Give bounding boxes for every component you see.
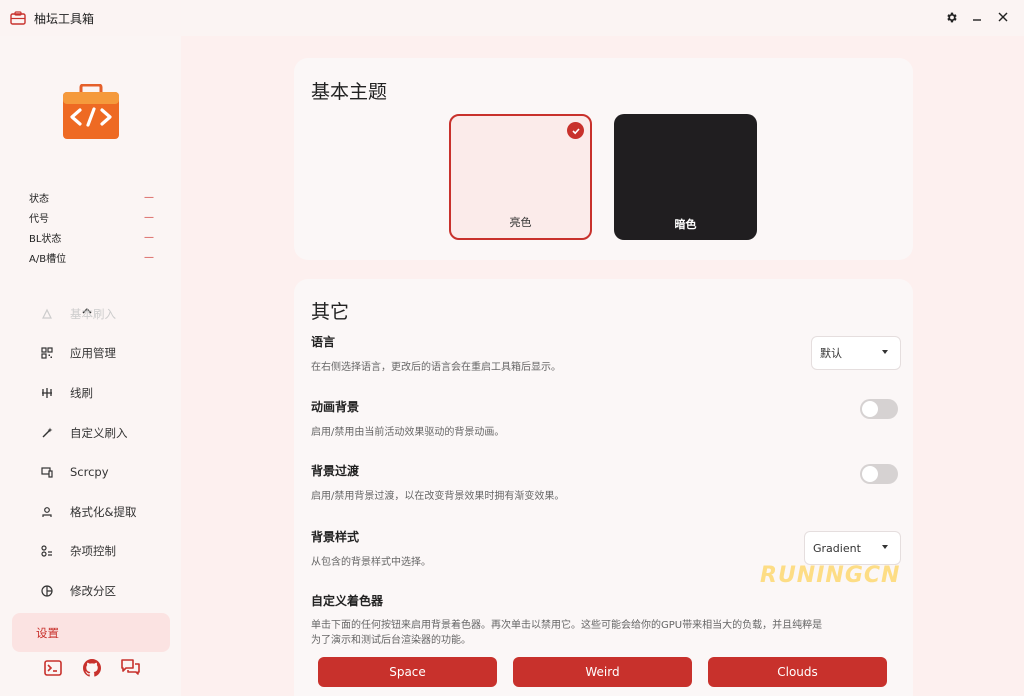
- apps-icon: [40, 346, 54, 360]
- theme-light-option[interactable]: 亮色: [449, 114, 592, 240]
- animated-bg-title: 动画背景: [311, 400, 360, 414]
- main-content: 基本主题 亮色 暗色 其它 语言 在右侧选择语言，更改后的语言会在重启工具箱后显…: [181, 36, 1024, 696]
- check-icon: [567, 122, 584, 139]
- language-select[interactable]: 默认: [811, 336, 901, 370]
- terminal-icon[interactable]: [43, 658, 62, 677]
- device-info-row: 状态 —: [29, 191, 154, 205]
- chat-icon[interactable]: [121, 658, 140, 677]
- custom-shader-desc: 单击下面的任何按钮来启用背景着色器。再次单击以禁用它。这些可能会给你的GPU带来…: [311, 620, 823, 646]
- wand-icon: [40, 426, 54, 440]
- bg-transition-setting: 背景过渡 启用/禁用背景过渡，以在改变背景效果时拥有渐变效果。: [311, 462, 901, 504]
- sidebar-item-scrcpy[interactable]: Scrcpy: [12, 452, 170, 492]
- bg-transition-title: 背景过渡: [311, 464, 360, 478]
- device-info-row: BL状态 —: [29, 231, 154, 245]
- bg-style-select[interactable]: Gradient: [804, 531, 901, 565]
- device-info-row: A/B槽位 —: [29, 251, 154, 265]
- screen-mirror-icon: [40, 465, 54, 479]
- partition-icon: [40, 584, 54, 598]
- cable-icon: [40, 386, 54, 400]
- misc-control-icon: [40, 544, 54, 558]
- caret-down-icon: [882, 545, 888, 549]
- shader-space-button[interactable]: Space: [318, 657, 497, 687]
- custom-shader-title: 自定义着色器: [311, 594, 384, 608]
- bg-transition-desc: 启用/禁用背景过渡，以在改变背景效果时拥有渐变效果。: [311, 491, 565, 502]
- theme-light-label: 亮色: [509, 216, 532, 229]
- settings-gear-icon[interactable]: [942, 8, 960, 26]
- basic-theme-title: 基本主题: [311, 81, 388, 103]
- toolbox-app-icon: [10, 11, 26, 25]
- sidebar-item-misc-control[interactable]: 杂项控制: [12, 532, 170, 572]
- device-info: 状态 — 代号 — BL状态 — A/B槽位 —: [29, 187, 154, 267]
- shader-buttons: Space Weird Clouds: [318, 657, 887, 687]
- custom-shader-setting: 自定义着色器 单击下面的任何按钮来启用背景着色器。再次单击以禁用它。这些可能会给…: [311, 592, 831, 648]
- other-settings-card: 其它 语言 在右侧选择语言，更改后的语言会在重启工具箱后显示。 默认 动画背景 …: [294, 279, 913, 696]
- animated-bg-desc: 启用/禁用由当前活动效果驱动的背景动画。: [311, 427, 505, 438]
- sidebar-item-partition[interactable]: 修改分区: [12, 571, 170, 611]
- other-settings-title: 其它: [311, 301, 350, 323]
- shader-weird-button[interactable]: Weird: [513, 657, 692, 687]
- sidebar-item-settings[interactable]: 设置: [12, 612, 170, 653]
- minimize-button[interactable]: [968, 8, 986, 26]
- app-title: 柚坛工具箱: [34, 11, 95, 26]
- sidebar-item-format-extract[interactable]: 格式化&提取: [12, 492, 170, 532]
- sidebar-item-basic-flash[interactable]: 基本刷入: [12, 294, 170, 334]
- device-info-row: 代号 —: [29, 211, 154, 225]
- title-bar: 柚坛工具箱: [0, 0, 1024, 36]
- bg-transition-toggle[interactable]: [860, 464, 898, 484]
- theme-dark-option[interactable]: 暗色: [614, 114, 757, 240]
- sidebar: 状态 — 代号 — BL状态 — A/B槽位 — 基本刷入 应用管理 线刷 自定义刷入 …: [0, 36, 181, 696]
- flash-icon: [40, 307, 54, 321]
- github-icon[interactable]: [82, 658, 101, 677]
- sidebar-footer: [43, 658, 140, 677]
- toolbox-logo: [62, 83, 120, 140]
- sidebar-item-custom-flash[interactable]: 自定义刷入: [12, 413, 170, 453]
- animated-bg-setting: 动画背景 启用/禁用由当前活动效果驱动的背景动画。: [311, 398, 901, 440]
- watermark: RUNINGCN: [760, 563, 901, 588]
- caret-down-icon: [882, 350, 888, 354]
- close-button[interactable]: [994, 8, 1012, 26]
- shader-clouds-button[interactable]: Clouds: [708, 657, 887, 687]
- sidebar-item-line-flash[interactable]: 线刷: [12, 373, 170, 413]
- language-setting: 语言 在右侧选择语言，更改后的语言会在重启工具箱后显示。 默认: [311, 333, 901, 375]
- sidebar-item-app-manage[interactable]: 应用管理: [12, 334, 170, 374]
- format-icon: [40, 505, 54, 519]
- theme-dark-label: 暗色: [674, 218, 697, 231]
- animated-bg-toggle[interactable]: [860, 399, 898, 419]
- sidebar-nav: 基本刷入 应用管理 线刷 自定义刷入 Scrcpy 格式化&提取 杂项控制 修改…: [12, 294, 170, 653]
- basic-theme-card: 基本主题 亮色 暗色: [294, 58, 913, 260]
